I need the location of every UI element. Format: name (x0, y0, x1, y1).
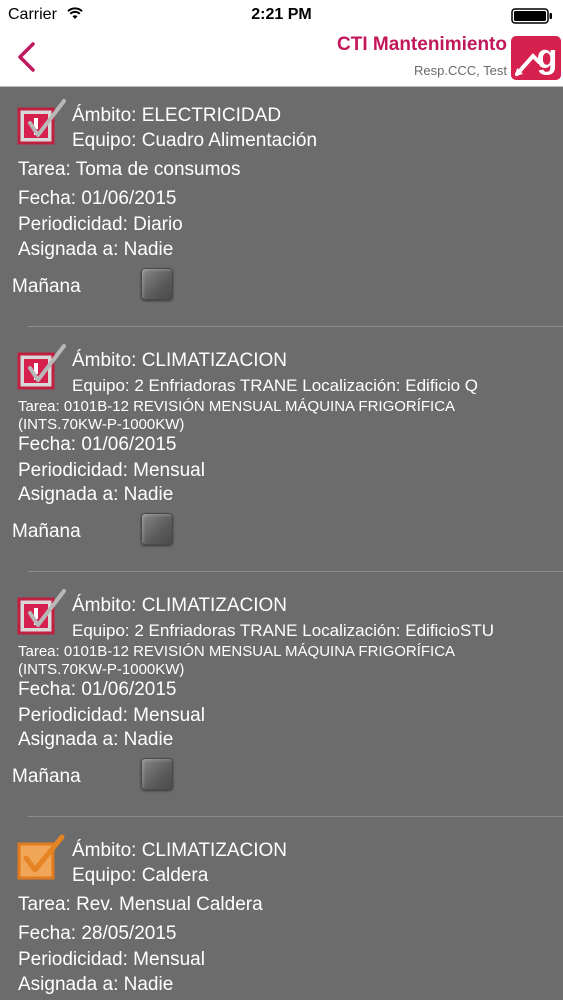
task-periodicidad: Periodicidad: Diario (18, 214, 183, 235)
task-tarea: Tarea: Rev. Mensual Caldera (18, 894, 263, 915)
task-tarea: Tarea: 0101B-12 REVISIÓN MENSUAL MÁQUINA… (18, 643, 456, 660)
app-title: CTI Mantenimiento (337, 34, 507, 55)
task-equipo: Equipo: Caldera (72, 865, 209, 886)
tomorrow-checkbox[interactable] (141, 513, 173, 545)
task-fecha: Fecha: 28/05/2015 (18, 923, 177, 944)
task-ambito: Ámbito: CLIMATIZACION (72, 595, 288, 616)
task-tarea-cont: (INTS.70KW-P-1000KW) (18, 416, 185, 433)
task-fecha: Fecha: 01/06/2015 (18, 679, 177, 700)
divider (28, 816, 563, 817)
task-asignada: Asignada a: Nadie (18, 484, 174, 505)
back-chevron-icon[interactable] (12, 40, 42, 74)
warning-check-icon (17, 99, 66, 145)
warning-check-icon (17, 589, 66, 635)
task-item[interactable]: Ámbito: CLIMATIZACION Equipo: 2 Enfriado… (0, 332, 563, 572)
task-periodicidad: Periodicidad: Mensual (18, 705, 205, 726)
task-asignada: Asignada a: Nadie (18, 729, 174, 750)
task-ambito: Ámbito: CLIMATIZACION (72, 350, 288, 371)
user-subtitle: Resp.CCC, Test (414, 63, 507, 78)
tomorrow-label: Mañana (12, 766, 81, 787)
task-fecha: Fecha: 01/06/2015 (18, 434, 177, 455)
tomorrow-checkbox[interactable] (141, 758, 173, 790)
task-asignada: Asignada a: Nadie (18, 974, 174, 995)
divider (28, 571, 563, 572)
status-bar: Carrier 2:21 PM (0, 0, 563, 30)
task-equipo: Equipo: 2 Enfriadoras TRANE Localización… (72, 621, 495, 640)
warning-check-icon (17, 344, 66, 390)
divider (28, 326, 563, 327)
task-tarea: Tarea: 0101B-12 REVISIÓN MENSUAL MÁQUINA… (18, 398, 456, 415)
task-asignada: Asignada a: Nadie (18, 239, 174, 260)
task-item[interactable]: Ámbito: ELECTRICIDAD Equipo: Cuadro Alim… (0, 87, 563, 327)
task-tarea-cont: (INTS.70KW-P-1000KW) (18, 661, 185, 678)
task-ambito: Ámbito: ELECTRICIDAD (72, 105, 282, 126)
task-periodicidad: Periodicidad: Mensual (18, 460, 205, 481)
task-ambito: Ámbito: CLIMATIZACION (72, 840, 288, 861)
task-tarea: Tarea: Toma de consumos (18, 159, 241, 180)
task-periodicidad: Periodicidad: Mensual (18, 949, 205, 970)
orange-check-icon (17, 834, 65, 880)
tomorrow-label: Mañana (12, 521, 81, 542)
app-logo-icon: g (511, 36, 561, 80)
tomorrow-checkbox[interactable] (141, 268, 173, 300)
task-item[interactable]: Ámbito: CLIMATIZACION Equipo: Caldera Ta… (0, 822, 563, 1000)
task-fecha: Fecha: 01/06/2015 (18, 188, 177, 209)
task-item[interactable]: Ámbito: CLIMATIZACION Equipo: 2 Enfriado… (0, 577, 563, 817)
battery-icon (511, 8, 552, 24)
status-time: 2:21 PM (251, 6, 312, 23)
logo-letter: g (537, 38, 558, 76)
tomorrow-label: Mañana (12, 276, 81, 297)
navigation-bar: CTI Mantenimiento Resp.CCC, Test g (0, 30, 563, 87)
task-equipo: Equipo: 2 Enfriadoras TRANE Localización… (72, 376, 478, 395)
task-equipo: Equipo: Cuadro Alimentación (72, 130, 318, 151)
